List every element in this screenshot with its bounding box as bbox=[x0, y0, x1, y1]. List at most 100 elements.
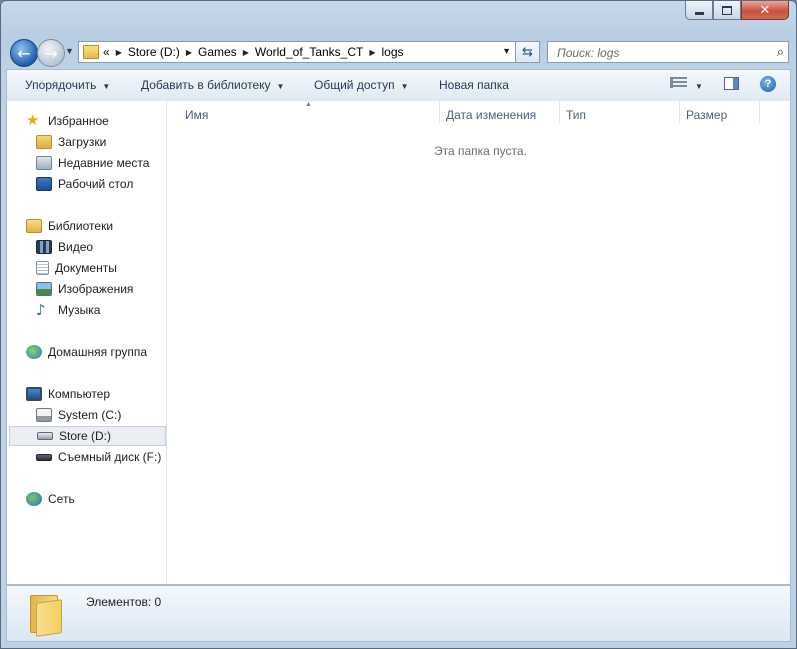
maximize-button[interactable] bbox=[713, 1, 741, 20]
command-bar: Упорядочить ▼ Добавить в библиотеку ▼ Общи… bbox=[6, 69, 791, 101]
column-header-date[interactable]: Дата изменения bbox=[446, 108, 536, 122]
star-icon: ★ bbox=[26, 112, 40, 129]
column-divider[interactable] bbox=[679, 101, 680, 123]
breadcrumb-separator-icon[interactable]: ▶ bbox=[243, 48, 249, 57]
change-view-button[interactable] bbox=[670, 77, 687, 91]
nav-label: Изображения bbox=[58, 282, 134, 296]
removable-drive-icon bbox=[36, 453, 52, 461]
organize-button[interactable]: Упорядочить ▼ bbox=[25, 78, 110, 92]
nav-music[interactable]: ♪ Музыка bbox=[7, 300, 194, 320]
nav-label: Библиотеки bbox=[48, 219, 114, 233]
details-pane: Элементов: 0 bbox=[6, 585, 791, 642]
downloads-folder-icon bbox=[36, 135, 52, 149]
breadcrumb-separator-icon[interactable]: ▶ bbox=[186, 48, 192, 57]
share-button[interactable]: Общий доступ ▼ bbox=[314, 78, 409, 92]
video-icon bbox=[36, 240, 52, 254]
computer-icon bbox=[26, 387, 42, 401]
nav-favorites[interactable]: ★ Избранное bbox=[7, 111, 184, 131]
column-headers: ▲ Имя Дата изменения Тип Размер bbox=[167, 101, 791, 127]
hard-drive-icon bbox=[37, 432, 53, 440]
nav-label: Store (D:) bbox=[59, 429, 112, 443]
breadcrumb-item[interactable]: logs bbox=[382, 45, 404, 59]
help-icon: ? bbox=[760, 76, 776, 92]
music-icon: ♪ bbox=[36, 301, 46, 319]
breadcrumb-item[interactable]: Store (D:) bbox=[128, 45, 180, 59]
address-bar[interactable]: « ▶ Store (D:) ▶ Games ▶ World_of_Tanks_… bbox=[78, 41, 516, 63]
nav-label: Компьютер bbox=[48, 387, 111, 401]
search-box: ⌕ bbox=[547, 41, 789, 63]
close-icon: ✕ bbox=[759, 2, 771, 18]
minimize-icon bbox=[694, 11, 704, 15]
nav-label: Съемный диск (F:) bbox=[58, 450, 162, 464]
column-divider[interactable] bbox=[439, 101, 440, 123]
nav-documents[interactable]: Документы bbox=[7, 258, 194, 278]
sort-indicator-icon: ▲ bbox=[305, 101, 312, 108]
column-header-type[interactable]: Тип bbox=[566, 108, 586, 122]
nav-libraries[interactable]: Библиотеки bbox=[7, 216, 184, 236]
add-to-library-button[interactable]: Добавить в библиотеку ▼ bbox=[141, 78, 284, 92]
chevron-down-icon: ▼ bbox=[695, 82, 703, 91]
nav-system-drive[interactable]: System (C:) bbox=[7, 405, 194, 425]
chevron-down-icon: ▼ bbox=[276, 82, 285, 91]
breadcrumb-item[interactable]: Games bbox=[198, 45, 237, 59]
column-header-size[interactable]: Размер bbox=[686, 108, 727, 122]
search-input[interactable] bbox=[555, 45, 759, 61]
forward-button[interactable]: → bbox=[37, 39, 65, 67]
nav-label: Рабочий стол bbox=[58, 177, 134, 191]
recent-pages-dropdown-icon[interactable]: ▼ bbox=[65, 46, 74, 56]
nav-label: Документы bbox=[55, 261, 117, 275]
nav-label: Сеть bbox=[48, 492, 75, 506]
breadcrumb-separator-icon[interactable]: ▶ bbox=[116, 48, 122, 57]
folder-large-icon bbox=[26, 593, 66, 637]
column-divider[interactable] bbox=[559, 101, 560, 123]
minimize-button[interactable] bbox=[685, 1, 713, 20]
nav-removable-drive[interactable]: Съемный диск (F:) bbox=[7, 447, 194, 467]
close-button[interactable]: ✕ bbox=[741, 1, 789, 20]
nav-store-drive[interactable]: Store (D:) bbox=[9, 426, 166, 446]
nav-homegroup[interactable]: Домашняя группа bbox=[7, 342, 184, 362]
refresh-button[interactable]: ⇆ bbox=[516, 41, 540, 63]
search-icon[interactable]: ⌕ bbox=[777, 44, 784, 60]
nav-label: Видео bbox=[58, 240, 94, 254]
nav-video[interactable]: Видео bbox=[7, 237, 194, 257]
help-button[interactable]: ? bbox=[760, 76, 776, 92]
empty-folder-message: Эта папка пуста. bbox=[434, 144, 527, 158]
explorer-window: ✕ ← → ▼ « ▶ Store (D:) ▶ Games ▶ World_o… bbox=[0, 0, 797, 649]
item-count: Элементов: 0 bbox=[86, 595, 162, 609]
pictures-icon bbox=[36, 282, 52, 296]
breadcrumb: « ▶ Store (D:) ▶ Games ▶ World_of_Tanks_… bbox=[103, 45, 404, 59]
desktop-icon bbox=[36, 177, 52, 191]
back-button[interactable]: ← bbox=[10, 39, 38, 67]
view-dropdown-button[interactable]: ▼ bbox=[695, 78, 703, 92]
nav-computer[interactable]: Компьютер bbox=[7, 384, 184, 404]
preview-pane-button[interactable] bbox=[724, 77, 739, 93]
nav-label: System (C:) bbox=[58, 408, 122, 422]
nav-pictures[interactable]: Изображения bbox=[7, 279, 194, 299]
window-controls: ✕ bbox=[685, 1, 789, 20]
breadcrumb-item[interactable]: World_of_Tanks_CT bbox=[255, 45, 364, 59]
add-library-label: Добавить в библиотеку bbox=[141, 78, 271, 92]
refresh-icon: ⇆ bbox=[522, 44, 533, 60]
chevron-down-icon: ▼ bbox=[400, 82, 409, 91]
new-folder-button[interactable]: Новая папка bbox=[439, 78, 509, 92]
chevron-down-icon: ▼ bbox=[102, 82, 111, 91]
breadcrumb-overflow[interactable]: « bbox=[103, 45, 110, 59]
folder-icon bbox=[83, 45, 99, 59]
arrow-right-icon: → bbox=[44, 43, 58, 63]
maximize-icon bbox=[722, 5, 732, 15]
address-dropdown-icon[interactable]: ▼ bbox=[502, 46, 511, 56]
nav-label: Загрузки bbox=[58, 135, 107, 149]
nav-label: Избранное bbox=[48, 114, 109, 128]
nav-label: Недавние места bbox=[58, 156, 150, 170]
breadcrumb-separator-icon[interactable]: ▶ bbox=[369, 48, 375, 57]
column-header-name[interactable]: Имя bbox=[185, 108, 208, 122]
nav-downloads[interactable]: Загрузки bbox=[7, 132, 194, 152]
column-divider[interactable] bbox=[759, 101, 760, 123]
libraries-icon bbox=[26, 219, 42, 233]
network-icon bbox=[26, 492, 42, 506]
nav-label: Домашняя группа bbox=[48, 345, 148, 359]
nav-recent-places[interactable]: Недавние места bbox=[7, 153, 194, 173]
nav-label: Музыка bbox=[58, 303, 101, 317]
nav-network[interactable]: Сеть bbox=[7, 489, 184, 509]
nav-desktop[interactable]: Рабочий стол bbox=[7, 174, 194, 194]
